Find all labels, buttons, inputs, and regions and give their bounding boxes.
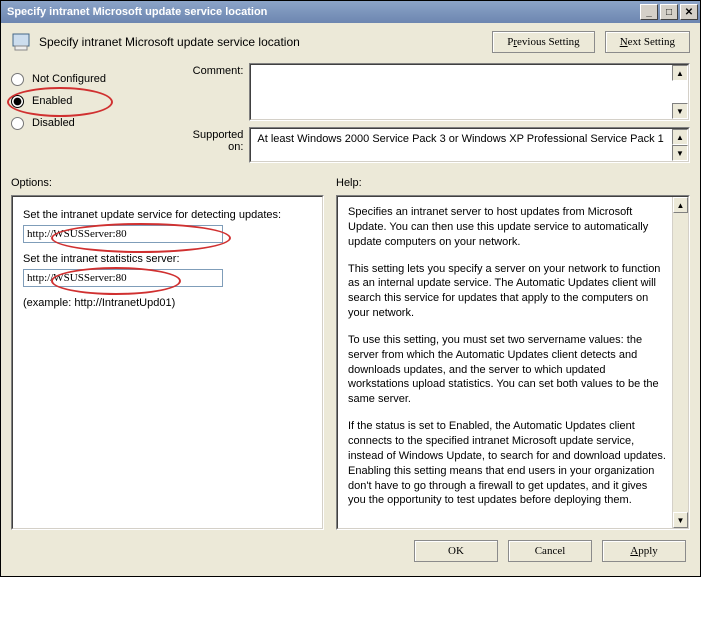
titlebar-text: Specify intranet Microsoft update servic… [7,6,267,18]
supported-text: At least Windows 2000 Service Pack 3 or … [251,129,688,161]
scroll-down-icon[interactable]: ▼ [672,145,688,161]
state-radio-group: Not Configured Enabled Disabled [11,63,161,163]
supported-box: At least Windows 2000 Service Pack 3 or … [249,127,690,163]
options-heading: Options: [11,177,336,189]
minimize-button[interactable]: _ [640,4,658,20]
help-paragraph: This setting lets you specify a server o… [348,262,666,321]
ok-button[interactable]: OK [414,540,498,562]
help-scrollbar[interactable]: ▲ ▼ [672,197,688,528]
help-paragraph: Specifies an intranet server to host upd… [348,205,666,250]
scroll-down-icon[interactable]: ▼ [673,512,688,528]
maximize-button[interactable]: □ [660,4,678,20]
cancel-button[interactable]: Cancel [508,540,592,562]
close-button[interactable]: ✕ [680,4,698,20]
disabled-label[interactable]: Disabled [32,117,75,129]
scroll-up-icon[interactable]: ▲ [673,197,688,213]
scroll-down-icon[interactable]: ▼ [672,103,688,119]
stats-server-input[interactable] [23,269,223,287]
options-panel: Set the intranet update service for dete… [11,195,324,530]
stats-server-label: Set the intranet statistics server: [23,253,312,265]
dialog-window: Specify intranet Microsoft update servic… [0,0,701,577]
comment-textarea[interactable] [251,65,688,119]
enabled-label[interactable]: Enabled [32,95,72,107]
policy-icon [11,32,31,52]
help-text: Specifies an intranet server to host upd… [348,205,666,508]
example-text: (example: http://IntranetUpd01) [23,297,312,309]
help-paragraph: To use this setting, you must set two se… [348,333,666,407]
enabled-radio[interactable] [11,95,24,108]
scroll-up-icon[interactable]: ▲ [672,65,688,81]
disabled-radio[interactable] [11,117,24,130]
comment-textarea-wrap: ▲ ▼ [249,63,690,121]
scroll-up-icon[interactable]: ▲ [672,129,688,145]
not-configured-label[interactable]: Not Configured [32,73,106,85]
not-configured-radio[interactable] [11,73,24,86]
detect-service-label: Set the intranet update service for dete… [23,209,312,221]
supported-label: Supported on: [175,127,243,153]
next-setting-button[interactable]: Next Setting [605,31,690,53]
titlebar[interactable]: Specify intranet Microsoft update servic… [1,1,700,23]
comment-label: Comment: [175,63,243,77]
page-title: Specify intranet Microsoft update servic… [39,35,484,49]
help-paragraph: If the status is set to Enabled, the Aut… [348,419,666,508]
help-heading: Help: [336,177,362,189]
help-panel: Specifies an intranet server to host upd… [336,195,690,530]
apply-button[interactable]: Apply [602,540,686,562]
previous-setting-button[interactable]: Previous Setting [492,31,594,53]
detect-service-input[interactable] [23,225,223,243]
